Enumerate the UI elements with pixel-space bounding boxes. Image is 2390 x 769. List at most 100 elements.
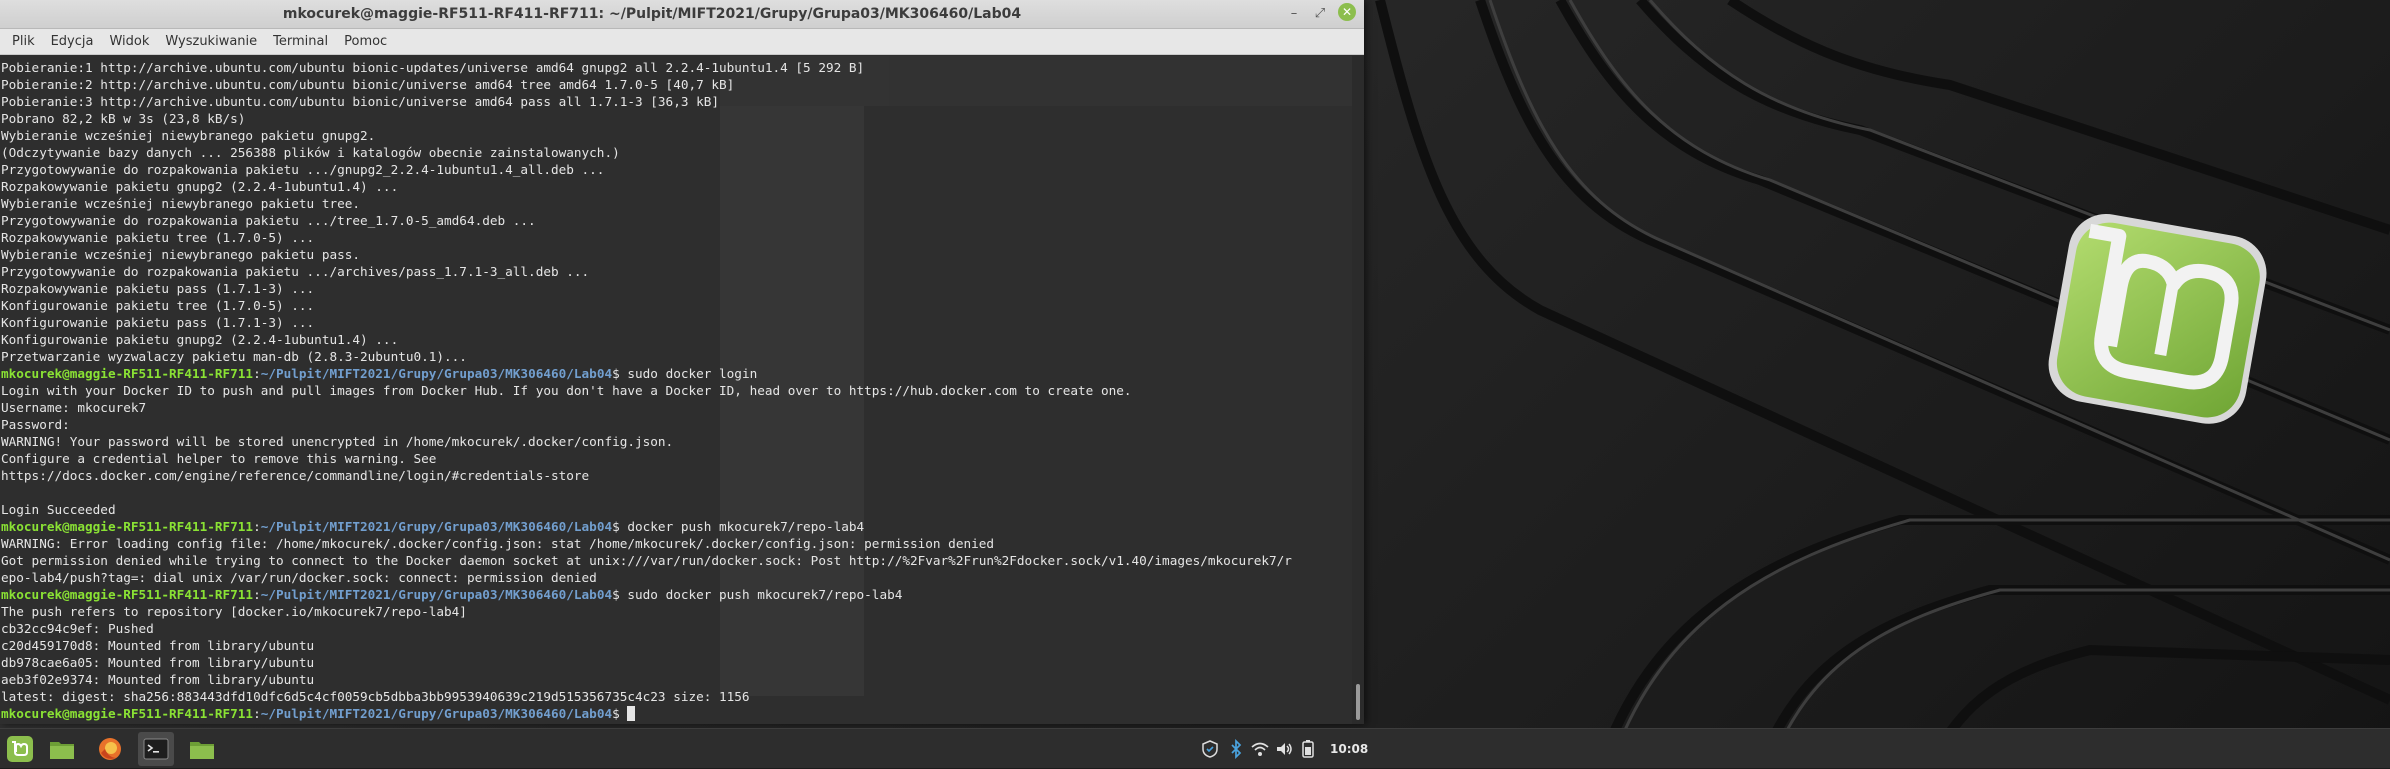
- prompt-path: ~/Pulpit/MIFT2021/Grupy/Grupa03/MK306460…: [260, 366, 613, 381]
- menu-plik[interactable]: Plik: [4, 29, 43, 55]
- terminal-line: WARNING: Error loading config file: /hom…: [1, 535, 1292, 552]
- line-text: Pobieranie:3 http://archive.ubuntu.com/u…: [1, 94, 720, 109]
- line-text: Konfigurowanie pakietu tree (1.7.0-5) ..…: [1, 298, 315, 313]
- prompt-command: $ sudo docker push mkocurek7/repo-lab4: [612, 587, 903, 602]
- prompt-path: ~/Pulpit/MIFT2021/Grupy/Grupa03/MK306460…: [260, 706, 613, 721]
- terminal-line: Login Succeeded: [1, 501, 1292, 518]
- line-text: Password:: [1, 417, 70, 432]
- terminal-window[interactable]: mkocurek@maggie-RF511-RF411-RF711: ~/Pul…: [0, 0, 1364, 724]
- terminal-line: Przygotowywanie do rozpakowania pakietu …: [1, 263, 1292, 280]
- terminal-icon: [143, 738, 169, 760]
- line-text: WARNING: Error loading config file: /hom…: [1, 536, 995, 551]
- line-text: Login with your Docker ID to push and pu…: [1, 383, 1132, 398]
- close-button[interactable]: ✕: [1338, 3, 1356, 21]
- prompt-user-host: mkocurek@maggie-RF511-RF411-RF711: [1, 519, 254, 534]
- mint-menu-icon: [7, 736, 33, 762]
- terminal-line: latest: digest: sha256:883443dfd10dfc6d5…: [1, 688, 1292, 705]
- maximize-button[interactable]: ⤢: [1310, 4, 1330, 24]
- minimize-button[interactable]: –: [1284, 4, 1304, 24]
- terminal-line: Configure a credential helper to remove …: [1, 450, 1292, 467]
- terminal-line: Przygotowywanie do rozpakowania pakietu …: [1, 161, 1292, 178]
- menu-pomoc[interactable]: Pomoc: [336, 29, 395, 55]
- mint-menu-button[interactable]: [2, 732, 38, 766]
- wifi-icon[interactable]: [1250, 739, 1270, 759]
- line-text: Rozpakowywanie pakietu pass (1.7.1-3) ..…: [1, 281, 315, 296]
- line-text: Rozpakowywanie pakietu gnupg2 (2.2.4-1ub…: [1, 179, 399, 194]
- firefox-icon: [99, 738, 121, 760]
- line-text: Configure a credential helper to remove …: [1, 451, 437, 466]
- prompt-separator: :: [253, 706, 261, 721]
- terminal-line: Przygotowywanie do rozpakowania pakietu …: [1, 212, 1292, 229]
- terminal-prompt-line: mkocurek@maggie-RF511-RF411-RF711:~/Pulp…: [1, 518, 1292, 535]
- terminal-line: WARNING! Your password will be stored un…: [1, 433, 1292, 450]
- scrollbar-thumb[interactable]: [1356, 684, 1360, 720]
- line-text: https://docs.docker.com/engine/reference…: [1, 468, 590, 483]
- terminal-line: epo-lab4/push?tag=: dial unix /var/run/d…: [1, 569, 1292, 586]
- terminal-prompt-line: mkocurek@maggie-RF511-RF411-RF711:~/Pulp…: [1, 365, 1292, 382]
- terminal-line: c20d459170d8: Mounted from library/ubunt…: [1, 637, 1292, 654]
- menu-widok[interactable]: Widok: [101, 29, 157, 55]
- prompt-path: ~/Pulpit/MIFT2021/Grupy/Grupa03/MK306460…: [260, 519, 613, 534]
- terminal-line: Konfigurowanie pakietu tree (1.7.0-5) ..…: [1, 297, 1292, 314]
- prompt-user-host: mkocurek@maggie-RF511-RF411-RF711: [1, 366, 254, 381]
- terminal-line: https://docs.docker.com/engine/reference…: [1, 467, 1292, 484]
- battery-icon[interactable]: [1298, 739, 1318, 759]
- menu-edycja[interactable]: Edycja: [43, 29, 102, 55]
- menu-terminal[interactable]: Terminal: [265, 29, 336, 55]
- prompt-path: ~/Pulpit/MIFT2021/Grupy/Grupa03/MK306460…: [260, 587, 613, 602]
- line-text: Pobieranie:1 http://archive.ubuntu.com/u…: [1, 60, 865, 75]
- terminal-line: aeb3f02e9374: Mounted from library/ubunt…: [1, 671, 1292, 688]
- line-text: WARNING! Your password will be stored un…: [1, 434, 674, 449]
- prompt-command: $ docker push mkocurek7/repo-lab4: [612, 519, 865, 534]
- menu-bar: Plik Edycja Widok Wyszukiwanie Terminal …: [0, 29, 1364, 55]
- clock[interactable]: 10:08: [1330, 729, 1368, 769]
- terminal-line: Pobieranie:1 http://archive.ubuntu.com/u…: [1, 59, 1292, 76]
- line-text: (Odczytywanie bazy danych ... 256388 pli…: [1, 145, 620, 160]
- terminal-line: Pobrano 82,2 kB w 3s (23,8 kB/s): [1, 110, 1292, 127]
- terminal-line: Wybieranie wcześniej niewybranego pakiet…: [1, 246, 1292, 263]
- firefox-launcher[interactable]: [92, 732, 128, 766]
- folder-task[interactable]: [184, 732, 220, 766]
- terminal-line: The push refers to repository [docker.io…: [1, 603, 1292, 620]
- terminal-output[interactable]: Pobieranie:1 http://archive.ubuntu.com/u…: [0, 56, 1352, 724]
- prompt-command: $: [612, 706, 628, 721]
- line-text: Username: mkocurek7: [1, 400, 147, 415]
- prompt-separator: :: [253, 587, 261, 602]
- line-text: Got permission denied while trying to co…: [1, 553, 1292, 568]
- prompt-user-host: mkocurek@maggie-RF511-RF411-RF711: [1, 706, 254, 721]
- files-launcher[interactable]: [44, 732, 80, 766]
- line-text: Przygotowywanie do rozpakowania pakietu …: [1, 162, 605, 177]
- terminal-line: Login with your Docker ID to push and pu…: [1, 382, 1292, 399]
- terminal-line: Pobieranie:3 http://archive.ubuntu.com/u…: [1, 93, 1292, 110]
- line-text: Wybieranie wcześniej niewybranego pakiet…: [1, 196, 361, 211]
- volume-icon[interactable]: [1274, 739, 1294, 759]
- line-text: db978cae6a05: Mounted from library/ubunt…: [1, 655, 315, 670]
- terminal-line: Username: mkocurek7: [1, 399, 1292, 416]
- line-text: Przygotowywanie do rozpakowania pakietu …: [1, 213, 536, 228]
- line-text: The push refers to repository [docker.io…: [1, 604, 467, 619]
- terminal-line: db978cae6a05: Mounted from library/ubunt…: [1, 654, 1292, 671]
- terminal-prompt-line: mkocurek@maggie-RF511-RF411-RF711:~/Pulp…: [1, 705, 1292, 722]
- terminal-line: Wybieranie wcześniej niewybranego pakiet…: [1, 195, 1292, 212]
- line-text: epo-lab4/push?tag=: dial unix /var/run/d…: [1, 570, 597, 585]
- terminal-line: Rozpakowywanie pakietu pass (1.7.1-3) ..…: [1, 280, 1292, 297]
- line-text: aeb3f02e9374: Mounted from library/ubunt…: [1, 672, 315, 687]
- menu-wyszukiwanie[interactable]: Wyszukiwanie: [157, 29, 265, 55]
- prompt-command: $ sudo docker login: [612, 366, 758, 381]
- taskbar: 10:08: [0, 728, 2390, 768]
- terminal-line: Konfigurowanie pakietu pass (1.7.1-3) ..…: [1, 314, 1292, 331]
- terminal-line: Rozpakowywanie pakietu gnupg2 (2.2.4-1ub…: [1, 178, 1292, 195]
- folder-icon: [190, 742, 214, 759]
- bluetooth-icon[interactable]: [1226, 739, 1246, 759]
- line-text: Pobrano 82,2 kB w 3s (23,8 kB/s): [1, 111, 246, 126]
- terminal-line: Got permission denied while trying to co…: [1, 552, 1292, 569]
- terminal-line: Password:: [1, 416, 1292, 433]
- terminal-scrollbar[interactable]: [1352, 56, 1364, 724]
- terminal-task[interactable]: [138, 732, 174, 766]
- shield-icon[interactable]: [1200, 739, 1220, 759]
- text-cursor: [627, 706, 636, 721]
- terminal-line: Przetwarzanie wyzwalaczy pakietu man-db …: [1, 348, 1292, 365]
- line-text: cb32cc94c9ef: Pushed: [1, 621, 154, 636]
- window-titlebar[interactable]: mkocurek@maggie-RF511-RF411-RF711: ~/Pul…: [0, 0, 1364, 29]
- terminal-lines: Pobieranie:1 http://archive.ubuntu.com/u…: [1, 59, 1292, 722]
